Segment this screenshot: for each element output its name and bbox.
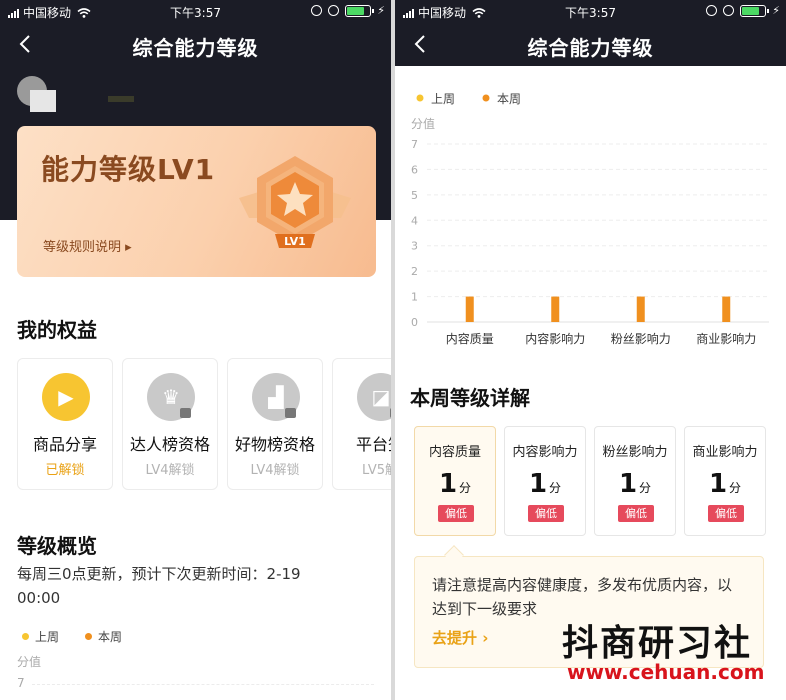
- y-axis-label: 分值: [411, 116, 435, 131]
- y-tick-label: 7: [17, 676, 25, 690]
- detail-score: 1分: [438, 469, 472, 499]
- overview-legend: 上周 本周: [22, 628, 142, 645]
- y-tick-label: 2: [411, 265, 418, 278]
- legend-dot: [416, 94, 424, 102]
- legend-label: 本周: [497, 92, 521, 106]
- x-tick-label: 粉丝影响力: [611, 331, 671, 346]
- level-title: 能力等级LV1: [41, 153, 216, 186]
- detail-score: 1分: [528, 469, 562, 499]
- y-tick-label: 0: [411, 316, 418, 329]
- blurred-username: [30, 90, 56, 112]
- lock-icon: [180, 408, 191, 418]
- battery-icon: [740, 4, 770, 17]
- bar: [722, 296, 731, 322]
- level-rules-link[interactable]: 等级规则说明 ▸: [43, 236, 132, 255]
- detail-name: 内容影响力: [512, 445, 578, 460]
- seal-icon: ◪: [357, 373, 391, 421]
- legend-dot: [482, 94, 490, 102]
- status-bar: 中国移动 下午3:57 ⚡: [0, 0, 391, 22]
- detail-card-fan-influence[interactable]: 粉丝影响力 1分 偏低: [594, 426, 676, 536]
- detail-card-content-influence[interactable]: 内容影响力 1分 偏低: [504, 426, 586, 536]
- charging-icon: ⚡: [377, 4, 385, 17]
- bar: [465, 296, 474, 322]
- y-tick-label: 6: [411, 163, 418, 176]
- badge-level-label: LV1: [284, 235, 306, 248]
- benefit-card-goods-rank[interactable]: ▟ 好物榜资格 LV4解锁: [227, 358, 323, 490]
- level-card: 能力等级LV1 等级规则说明 ▸ LV1: [17, 126, 376, 277]
- detail-tag: 偏低: [528, 505, 564, 522]
- benefit-name: 平台签: [355, 435, 391, 454]
- right-screen: 中国移动 下午3:57 ⚡ 综合能力等级 上周 本周 分值 0 1 2 3 4 5 6 7 内容质量内…: [395, 0, 786, 700]
- improve-link[interactable]: 去提升 ›: [432, 627, 488, 648]
- y-axis-label: 分值: [17, 655, 42, 669]
- benefit-status: LV4解锁: [145, 463, 195, 478]
- benefits-title: 我的权益: [17, 318, 97, 342]
- detail-score: 1分: [618, 469, 652, 499]
- legend-this-week: 本周: [85, 628, 122, 645]
- legend-dot: [85, 633, 93, 640]
- y-tick-label: 5: [411, 189, 418, 202]
- status-bar: 中国移动 下午3:57 ⚡: [395, 0, 786, 22]
- x-tick-label: 内容影响力: [525, 331, 585, 346]
- detail-card-content-quality[interactable]: 内容质量 1分 偏低: [414, 426, 496, 536]
- bar: [636, 296, 645, 322]
- charging-icon: ⚡: [772, 4, 780, 17]
- trophy-icon: ♛: [147, 373, 195, 421]
- benefit-card-platform-sign[interactable]: ◪ 平台签 LV5解: [332, 358, 391, 490]
- detail-tag: 偏低: [618, 505, 654, 522]
- benefit-status: 已解锁: [45, 463, 85, 478]
- y-tick-label: 7: [411, 138, 418, 151]
- legend-label: 上周: [35, 630, 60, 644]
- legend-last-week: 上周: [22, 628, 59, 645]
- detail-tag: 偏低: [438, 505, 474, 522]
- benefit-card-talent-rank[interactable]: ♛ 达人榜资格 LV4解锁: [122, 358, 218, 490]
- detail-tag: 偏低: [708, 505, 744, 522]
- alarm-icon: [328, 5, 340, 16]
- detail-card-business-influence[interactable]: 商业影响力 1分 偏低: [684, 426, 766, 536]
- overview-title: 等级概览: [17, 534, 97, 558]
- score-bar-chart: 上周 本周分值 0 1 2 3 4 5 6 7 内容质量 内容影响力 粉丝影响力 商业影响力: [411, 92, 769, 346]
- orientation-lock-icon: [706, 5, 718, 16]
- cart-play-icon: ▶: [42, 373, 90, 421]
- orientation-lock-icon: [311, 5, 323, 16]
- page-title: 综合能力等级: [527, 36, 654, 60]
- detail-name: 内容质量: [428, 445, 481, 460]
- lock-icon: [285, 408, 296, 418]
- nav-bar: 综合能力等级: [0, 22, 391, 66]
- battery-icon: [345, 4, 375, 17]
- watermark-url: www.cehuan.com: [567, 660, 765, 684]
- benefit-name: 商品分享: [32, 435, 97, 454]
- update-note: 每周三0点更新，预计下次更新时间：2-19 00:00: [17, 565, 301, 607]
- page-title: 综合能力等级: [132, 36, 259, 60]
- star-hexagon-badge-icon: LV1: [235, 148, 355, 268]
- y-tick-label: 4: [411, 214, 418, 227]
- nav-bar: 综合能力等级: [395, 22, 786, 66]
- detail-name: 商业影响力: [692, 445, 758, 460]
- x-tick-label: 商业影响力: [696, 331, 756, 346]
- benefit-status: LV5解: [362, 463, 391, 478]
- legend-label: 本周: [98, 630, 123, 644]
- benefit-name: 达人榜资格: [129, 435, 210, 454]
- grid-line: [32, 684, 374, 685]
- benefit-name: 好物榜资格: [234, 435, 315, 454]
- details-title: 本周等级详解: [410, 386, 530, 410]
- alarm-icon: [723, 5, 735, 16]
- benefit-card-product-share[interactable]: ▶ 商品分享 已解锁: [17, 358, 113, 490]
- y-tick-label: 1: [411, 291, 418, 304]
- legend-label: 上周: [431, 92, 455, 106]
- left-screen: 中国移动 下午3:57 ⚡ 综合能力等级 能力等级LV1 等级规则说明 ▸ LV…: [0, 0, 391, 700]
- podium-icon: ▟: [252, 373, 300, 421]
- y-tick-label: 3: [411, 240, 418, 253]
- x-tick-label: 内容质量: [446, 331, 494, 346]
- detail-score: 1分: [708, 469, 742, 499]
- legend-dot: [22, 633, 29, 640]
- watermark-text: 抖商研习社: [562, 623, 753, 664]
- benefit-status: LV4解锁: [250, 463, 300, 478]
- bar: [551, 296, 560, 322]
- detail-name: 粉丝影响力: [602, 445, 668, 460]
- blurred-user-detail: [108, 96, 134, 102]
